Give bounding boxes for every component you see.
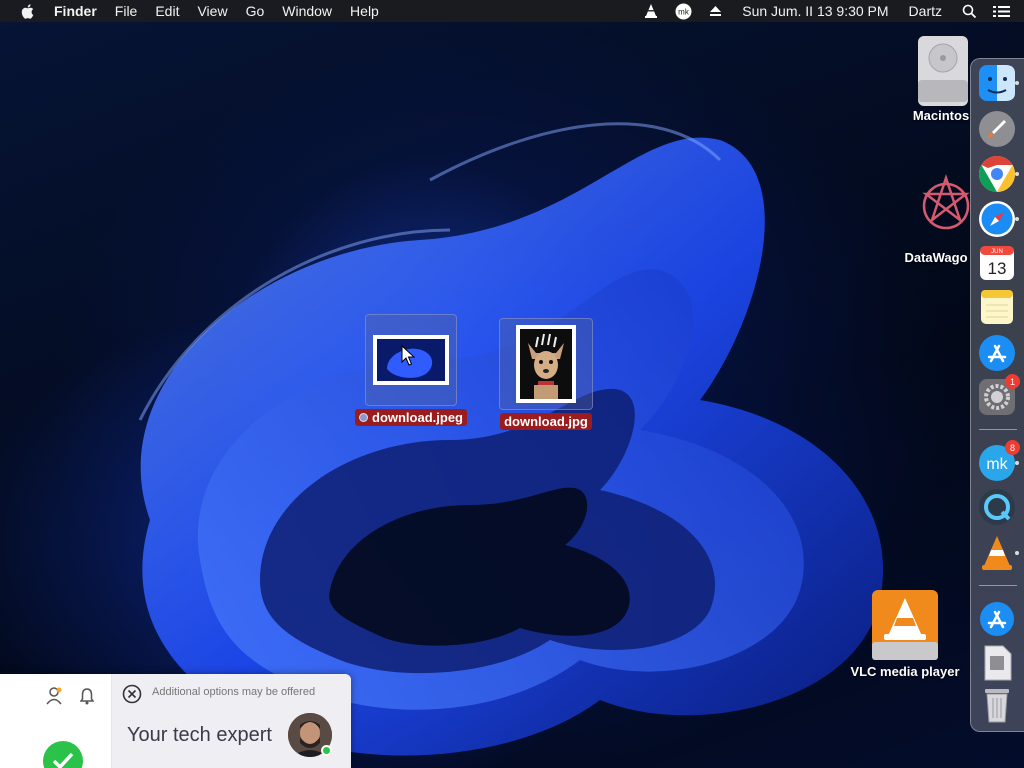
notification-badge: 8 — [1005, 440, 1020, 455]
mouse-cursor-icon — [401, 345, 415, 366]
chrome-icon — [978, 156, 1016, 192]
app-store-downloads-icon — [980, 602, 1014, 636]
svg-text:JUN: JUN — [991, 249, 1003, 255]
dock-separator — [979, 585, 1017, 586]
dock-file[interactable] — [977, 643, 1017, 683]
datawago-icon — [902, 166, 970, 250]
desktop-icon-label: VLC media player — [850, 664, 960, 679]
image-preview — [516, 325, 576, 403]
desktop-icon-macintosh-hd[interactable]: Macintos — [906, 30, 970, 123]
dock-system-preferences[interactable]: 1 — [977, 374, 1020, 417]
svg-text:mk: mk — [986, 456, 1008, 473]
file-name: download.jpg — [504, 414, 588, 429]
svg-text:13: 13 — [988, 259, 1007, 278]
widget-main: Additional options may be offered Your t… — [112, 674, 351, 768]
person-icon[interactable] — [46, 687, 62, 710]
menu-go[interactable]: Go — [246, 3, 265, 19]
notes-icon — [981, 290, 1013, 324]
menu-help[interactable]: Help — [350, 3, 379, 19]
search-icon[interactable] — [960, 3, 978, 19]
file-thumbnail — [499, 318, 593, 410]
launchpad-icon — [979, 111, 1015, 147]
running-indicator — [1015, 81, 1019, 85]
file-name: download.jpeg — [372, 410, 463, 425]
apple-menu-icon[interactable] — [20, 2, 36, 20]
running-indicator — [1015, 461, 1019, 465]
vlc-icon — [982, 536, 1012, 570]
file-download-jpeg[interactable]: download.jpeg — [352, 314, 470, 426]
dock-app-store[interactable] — [977, 333, 1017, 373]
running-indicator — [1015, 172, 1019, 176]
running-indicator — [1015, 551, 1019, 555]
dock-notes[interactable] — [977, 287, 1017, 327]
notification-badge: 1 — [1005, 374, 1020, 389]
dock-app-store-downloads[interactable] — [977, 599, 1017, 639]
support-chat-widget: Additional options may be offered Your t… — [0, 674, 351, 768]
file-icon — [984, 645, 1012, 681]
dock-finder[interactable] — [977, 63, 1019, 103]
vlc-icon[interactable] — [642, 3, 660, 19]
dock: JUN 13 1 mk 8 — [970, 58, 1024, 732]
dock-chrome[interactable] — [977, 154, 1019, 194]
calendar-icon: JUN 13 — [980, 246, 1014, 280]
finder-icon — [979, 65, 1015, 101]
dock-launchpad[interactable] — [977, 109, 1017, 149]
dock-calendar[interactable]: JUN 13 — [977, 243, 1017, 283]
status-area: mk Sun Jum. II 13 9:30 PM Dartz — [628, 0, 1024, 22]
dock-trash[interactable] — [977, 685, 1017, 725]
menu-edit[interactable]: Edit — [155, 3, 179, 19]
app-store-icon — [979, 335, 1015, 371]
menu-app-name[interactable]: Finder — [54, 3, 97, 19]
desktop-icon-vlc-media-player[interactable]: VLC media player — [846, 586, 964, 679]
running-indicator — [1015, 217, 1019, 221]
mk-icon[interactable]: mk — [674, 3, 692, 19]
tag-dot-icon — [359, 413, 368, 422]
menu-bar: Finder File Edit View Go Window Help mk … — [0, 0, 1024, 22]
eject-icon[interactable] — [706, 3, 724, 19]
file-label: download.jpeg — [355, 409, 467, 426]
file-download-jpg[interactable]: download.jpg — [496, 318, 596, 430]
file-thumbnail — [365, 314, 457, 406]
dock-separator — [979, 429, 1017, 430]
widget-notice: Additional options may be offered — [152, 686, 316, 698]
desktop-icon-datawago[interactable]: DataWago — [902, 166, 970, 265]
control-center-icon[interactable] — [992, 3, 1010, 19]
desktop-icon-label: Macintos — [912, 108, 970, 123]
file-label: download.jpg — [500, 413, 592, 430]
widget-sidebar — [0, 674, 112, 768]
dock-quicktime[interactable] — [977, 487, 1017, 527]
menu-window[interactable]: Window — [282, 3, 332, 19]
vlc-drive-icon — [870, 586, 940, 664]
image-preview — [373, 335, 449, 385]
safari-icon — [979, 201, 1015, 237]
trash-icon — [985, 689, 1009, 723]
desktop-icon-label: DataWago — [904, 250, 968, 265]
svg-text:mk: mk — [678, 7, 690, 16]
hard-drive-icon — [906, 30, 970, 108]
menu-clock[interactable]: Sun Jum. II 13 9:30 PM — [742, 3, 888, 19]
widget-title[interactable]: Your tech expert — [127, 724, 272, 747]
dock-mk-app[interactable]: mk 8 — [977, 440, 1020, 483]
quicktime-icon — [979, 489, 1015, 525]
menu-file[interactable]: File — [115, 3, 138, 19]
close-circle-icon[interactable] — [122, 684, 142, 704]
online-status-indicator — [321, 745, 332, 756]
menu-view[interactable]: View — [197, 3, 227, 19]
dock-safari[interactable] — [977, 199, 1019, 239]
checkmark-icon — [42, 740, 84, 768]
dock-vlc[interactable] — [977, 533, 1019, 573]
menu-user-name[interactable]: Dartz — [909, 3, 942, 19]
bell-icon[interactable] — [79, 687, 95, 710]
